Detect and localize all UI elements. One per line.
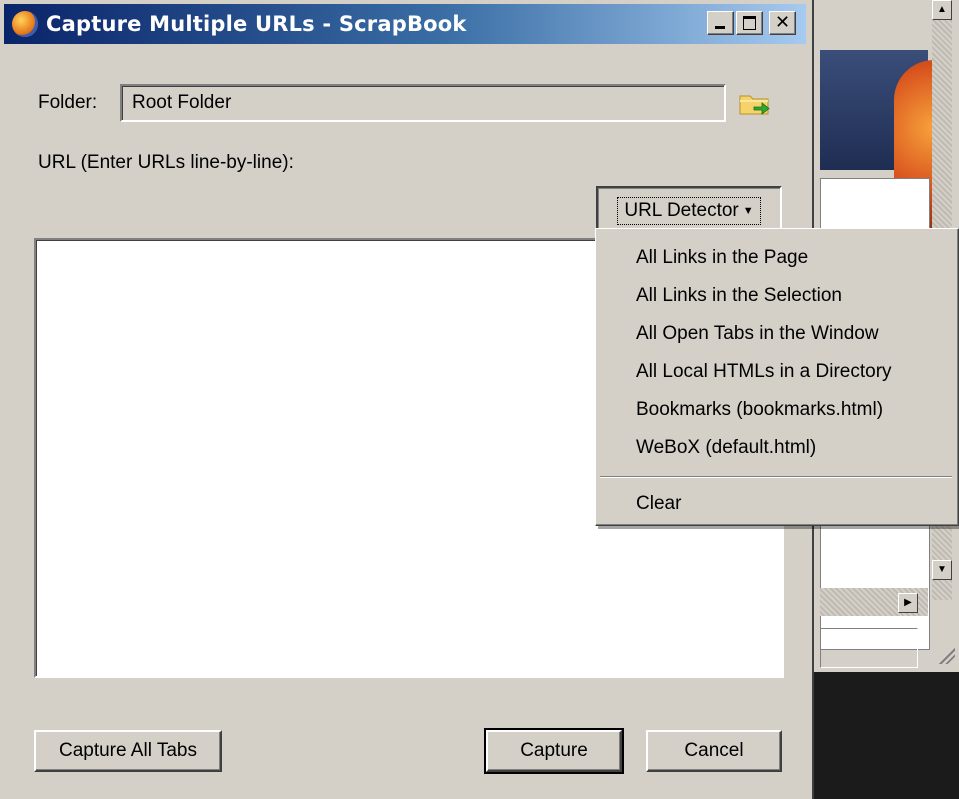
menu-item-local-htmls[interactable]: All Local HTMLs in a Directory [636, 361, 892, 383]
capture-button[interactable]: Capture [484, 728, 624, 774]
folder-arrow-icon[interactable] [738, 90, 772, 116]
maximize-button[interactable] [736, 11, 763, 35]
scroll-down-icon[interactable]: ▼ [932, 560, 952, 580]
minimize-button[interactable] [707, 11, 734, 35]
capture-all-tabs-button[interactable]: Capture All Tabs [34, 730, 222, 772]
close-icon: ✕ [774, 12, 791, 33]
window-controls: ✕ [707, 11, 796, 35]
url-label: URL (Enter URLs line-by-line): [38, 152, 294, 173]
menu-item-open-tabs[interactable]: All Open Tabs in the Window [636, 323, 879, 345]
menu-item-webox[interactable]: WeBoX (default.html) [636, 437, 816, 459]
maximize-icon [743, 16, 756, 30]
scroll-right-icon[interactable]: ▶ [898, 593, 918, 613]
close-button[interactable]: ✕ [769, 11, 796, 35]
menu-item-bookmarks[interactable]: Bookmarks (bookmarks.html) [636, 399, 883, 421]
url-detector-menu: All Links in the Page All Links in the S… [595, 228, 959, 526]
chevron-down-icon: ▼ [742, 204, 754, 217]
scroll-up-icon[interactable]: ▲ [932, 0, 952, 20]
menu-item-links-in-selection[interactable]: All Links in the Selection [636, 285, 842, 307]
menu-item-links-in-page[interactable]: All Links in the Page [636, 247, 808, 269]
folder-field[interactable]: Root Folder [120, 84, 726, 122]
background-status-field [820, 628, 918, 668]
cancel-button[interactable]: Cancel [646, 730, 782, 772]
url-detector-button[interactable]: URL Detector ▼ [596, 186, 782, 230]
url-detector-label: URL Detector [624, 200, 739, 221]
minimize-icon [715, 26, 725, 29]
menu-separator [600, 476, 952, 478]
dialog-title: Capture Multiple URLs - ScrapBook [46, 12, 467, 36]
dialog-titlebar[interactable]: Capture Multiple URLs - ScrapBook ✕ [4, 4, 806, 44]
background-horizontal-scrollbar[interactable]: ▶ [820, 588, 928, 616]
resize-grip-icon[interactable] [939, 648, 955, 664]
url-detector-focus: URL Detector ▼ [617, 197, 761, 225]
firefox-icon [12, 11, 38, 37]
folder-label: Folder: [38, 92, 98, 113]
menu-item-clear[interactable]: Clear [636, 493, 681, 515]
